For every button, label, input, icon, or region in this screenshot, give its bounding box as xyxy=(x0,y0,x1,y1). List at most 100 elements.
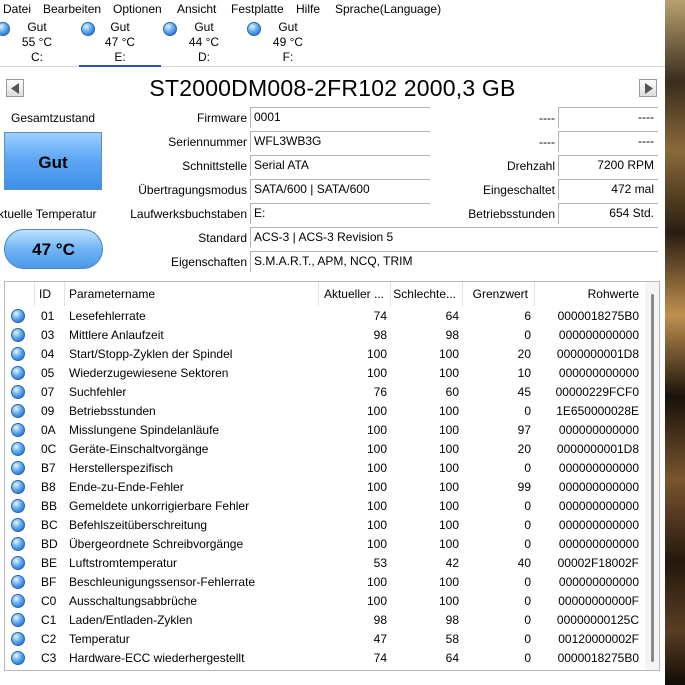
disk-tab-f[interactable]: Gut 49 °C F: xyxy=(247,19,329,67)
cell-current: 74 xyxy=(373,309,387,323)
disk-tab-d[interactable]: Gut 44 °C D: xyxy=(163,19,245,67)
disk-letter: E: xyxy=(114,50,126,64)
cell-raw-value: 000000000000 xyxy=(558,575,639,589)
next-disk-button[interactable] xyxy=(639,79,657,97)
menu-datei[interactable]: Datei xyxy=(3,2,31,16)
cell-raw-value: 00000000125C xyxy=(556,613,639,627)
cell-parameter-name: Lesefehlerrate xyxy=(69,309,146,323)
cell-raw-value: 00000229FCF0 xyxy=(555,385,639,399)
status-orb-icon xyxy=(11,385,25,399)
table-row[interactable]: B7 Herstellerspezifisch 100 100 0 00000000000… xyxy=(5,459,645,478)
table-row[interactable]: 03 Mittlere Anlaufzeit 98 98 0 000000000000 xyxy=(5,326,645,345)
vertical-scrollbar[interactable] xyxy=(645,282,659,670)
cell-worst: 100 xyxy=(438,518,459,532)
status-orb-icon xyxy=(11,499,25,513)
header-id[interactable]: ID xyxy=(35,282,65,306)
table-row[interactable]: 09 Betriebsstunden 100 100 0 1E650000028E xyxy=(5,402,645,421)
drive-letter-label: Laufwerksbuchstaben xyxy=(130,207,247,221)
header-parameter-name[interactable]: Parametername xyxy=(65,282,319,306)
cell-worst: 100 xyxy=(438,347,459,361)
table-header: ID Parametername Aktueller ... Schlechte… xyxy=(5,282,659,306)
table-row[interactable]: 07 Suchfehler 76 60 45 00000229FCF0 xyxy=(5,383,645,402)
status-orb-icon xyxy=(11,442,25,456)
cell-parameter-name: Gemeldete unkorrigierbare Fehler xyxy=(69,499,250,513)
table-row[interactable]: C3 Hardware-ECC wiederhergestellt 74 64 0 000… xyxy=(5,649,645,668)
status-orb-icon xyxy=(11,404,25,418)
header-raw-values[interactable]: Rohwerte xyxy=(535,282,645,306)
cell-worst: 100 xyxy=(438,423,459,437)
left-triangle-icon xyxy=(11,83,19,94)
menu-bearbeiten[interactable]: Bearbeiten xyxy=(43,2,101,16)
cell-threshold: 0 xyxy=(524,651,531,665)
cell-raw-value: 00120000002F xyxy=(558,632,639,646)
table-row[interactable]: BB Gemeldete unkorrigierbare Fehler 100 100… xyxy=(5,497,645,516)
cell-id: BC xyxy=(41,518,58,532)
cell-id: 0A xyxy=(41,423,56,437)
cell-threshold: 0 xyxy=(524,575,531,589)
disk-tab-e[interactable]: Gut 47 °C E: xyxy=(79,19,161,67)
cell-current: 100 xyxy=(366,480,387,494)
disk-status: Gut xyxy=(278,20,298,34)
power-on-hours-field: 654 Std. xyxy=(558,203,658,224)
menu-hilfe[interactable]: Hilfe xyxy=(296,2,320,16)
cell-raw-value: 000000000000 xyxy=(558,423,639,437)
previous-disk-button[interactable] xyxy=(6,79,24,97)
table-row[interactable]: 0A Misslungene Spindelanläufe 100 100 97 0000… xyxy=(5,421,645,440)
health-status-button[interactable]: Gut xyxy=(4,132,102,190)
disk-temp: 44 °C xyxy=(188,35,220,49)
cell-raw-value: 000000000000 xyxy=(558,328,639,342)
menu-festplatte[interactable]: Festplatte xyxy=(231,2,284,16)
cell-worst: 100 xyxy=(438,537,459,551)
cell-raw-value: 1E650000028E xyxy=(556,404,639,418)
serial-field: WFL3WB3G xyxy=(250,131,430,152)
disk-temp: 55 °C xyxy=(21,35,53,49)
cell-parameter-name: Mittlere Anlaufzeit xyxy=(69,328,164,342)
disk-status: Gut xyxy=(194,20,214,34)
cell-id: C2 xyxy=(41,632,57,646)
cell-id: C0 xyxy=(41,594,57,608)
menu-ansicht[interactable]: Ansicht xyxy=(177,2,216,16)
header-status[interactable] xyxy=(5,282,35,306)
header-worst[interactable]: Schlechte... xyxy=(391,282,463,306)
table-row[interactable]: 0C Geräte-Einschaltvorgänge 100 100 20 000000… xyxy=(5,440,645,459)
disk-tab-c[interactable]: Gut 55 °C C: xyxy=(0,19,78,67)
scrollbar-thumb[interactable] xyxy=(651,294,654,662)
cell-threshold: 0 xyxy=(524,461,531,475)
header-current[interactable]: Aktueller ... xyxy=(319,282,391,306)
cell-id: B7 xyxy=(41,461,56,475)
table-row[interactable]: 01 Lesefehlerrate 74 64 6 0000018275B0 xyxy=(5,307,645,326)
table-row[interactable]: BC Befehlszeitüberschreitung 100 100 0 000000… xyxy=(5,516,645,535)
table-row[interactable]: BE Luftstromtemperatur 53 42 40 00002F18002F xyxy=(5,554,645,573)
table-row[interactable]: C0 Ausschaltungsabbrüche 100 100 0 0000000000… xyxy=(5,592,645,611)
cell-parameter-name: Beschleunigungssensor-Fehlerrate xyxy=(69,575,256,589)
status-orb-icon xyxy=(11,651,25,665)
cell-id: BF xyxy=(41,575,57,589)
table-row[interactable]: 04 Start/Stopp-Zyklen der Spindel 100 100 20… xyxy=(5,345,645,364)
table-row[interactable]: BF Beschleunigungssensor-Fehlerrate 100 100… xyxy=(5,573,645,592)
cell-threshold: 97 xyxy=(517,423,531,437)
cell-parameter-name: Herstellerspezifisch xyxy=(69,461,174,475)
table-row[interactable]: B8 Ende-zu-Ende-Fehler 100 100 99 00000000000… xyxy=(5,478,645,497)
status-orb-icon xyxy=(11,461,25,475)
cell-threshold: 0 xyxy=(524,613,531,627)
cell-current: 100 xyxy=(366,404,387,418)
table-row[interactable]: C2 Temperatur 47 58 0 00120000002F xyxy=(5,630,645,649)
menu-optionen[interactable]: Optionen xyxy=(113,2,162,16)
cell-threshold: 40 xyxy=(517,556,531,570)
cell-id: 05 xyxy=(41,366,55,380)
table-row[interactable]: BD Übergeordnete Schreibvorgänge 100 100 0 00… xyxy=(5,535,645,554)
cell-current: 100 xyxy=(366,461,387,475)
cell-id: 09 xyxy=(41,404,55,418)
menu-language[interactable]: Sprache(Language) xyxy=(335,2,441,16)
cell-id: 07 xyxy=(41,385,55,399)
unknown-field-1: ---- xyxy=(558,107,658,128)
cell-threshold: 0 xyxy=(524,594,531,608)
cell-parameter-name: Geräte-Einschaltvorgänge xyxy=(69,442,209,456)
table-row[interactable]: 05 Wiederzugewiesene Sektoren 100 100 10 0000… xyxy=(5,364,645,383)
cell-parameter-name: Temperatur xyxy=(69,632,130,646)
crystaldiskinfo-window: Datei Bearbeiten Optionen Ansicht Festpl… xyxy=(0,0,665,685)
features-label: Eigenschaften xyxy=(170,255,247,269)
cell-parameter-name: Ausschaltungsabbrüche xyxy=(69,594,198,608)
table-row[interactable]: C1 Laden/Entladen-Zyklen 98 98 0 00000000125C xyxy=(5,611,645,630)
header-threshold[interactable]: Grenzwert xyxy=(463,282,535,306)
